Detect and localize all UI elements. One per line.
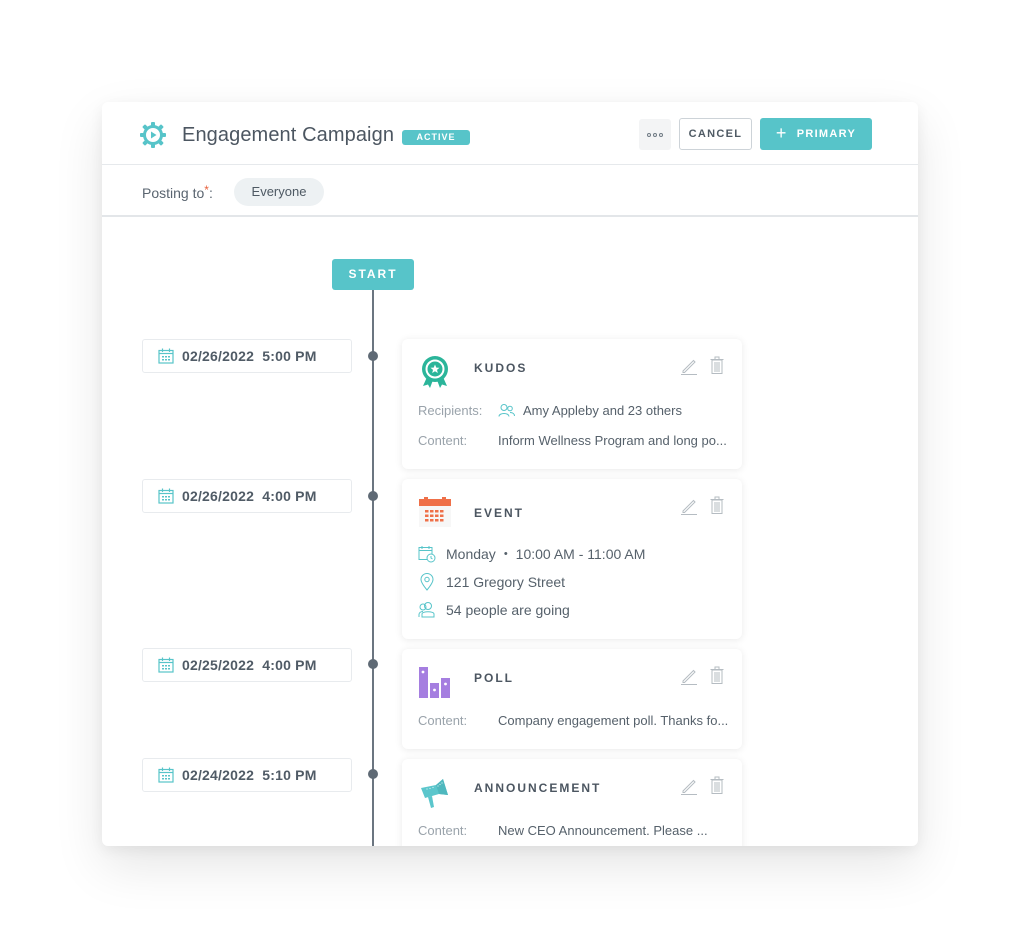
posting-label-text: Posting to (142, 185, 205, 201)
timeline-dot (368, 491, 378, 501)
dot-icon (647, 132, 651, 137)
card-type-title: ANNOUNCEMENT (474, 781, 602, 795)
content-label: Content: (418, 433, 468, 448)
megaphone-icon (421, 779, 448, 808)
event-location-row: 121 Gregory Street (418, 573, 565, 591)
event-attendees-row: 54 people are going (418, 601, 570, 619)
schedule-date-text: 02/26/2022 5:00 PM (182, 348, 317, 364)
content-value: New CEO Announcement. Please ... (498, 823, 708, 838)
calendar-icon (158, 767, 174, 783)
content-value: Company engagement poll. Thanks fo... (498, 713, 729, 728)
calendar-icon (158, 657, 174, 673)
content-label: Content: (418, 823, 468, 838)
content-value: Inform Wellness Program and long po... (498, 433, 727, 448)
schedule-date-3[interactable]: 02/25/2022 4:00 PM (142, 648, 352, 682)
content-label: Content: (418, 713, 468, 728)
card-type-title: EVENT (474, 506, 525, 520)
cancel-button[interactable]: CANCEL (679, 118, 752, 150)
event-attendees: 54 people are going (446, 602, 570, 618)
people-icon (498, 404, 515, 417)
poll-card[interactable]: POLL Content: Company engagement poll. T… (402, 649, 742, 749)
header: Engagement Campaign ACTIVE CANCEL + PRIM… (102, 102, 918, 165)
kudos-card[interactable]: KUDOS Recipients: Amy Appleby and 23 oth… (402, 339, 742, 469)
people-icon (418, 602, 435, 618)
schedule-date-1[interactable]: 02/26/2022 5:00 PM (142, 339, 352, 373)
content-row: Content: Inform Wellness Program and lon… (418, 433, 727, 448)
schedule-date-text: 02/24/2022 5:10 PM (182, 767, 317, 783)
recipients-value: Amy Appleby and 23 others (523, 403, 682, 418)
more-options-button[interactable] (639, 119, 671, 150)
trash-icon[interactable] (710, 666, 724, 684)
edit-pencil-icon[interactable] (680, 497, 698, 515)
event-time: 10:00 AM - 11:00 AM (515, 546, 646, 562)
event-location: 121 Gregory Street (446, 574, 566, 590)
announcement-card[interactable]: ANNOUNCEMENT Content: New CEO Announceme… (402, 759, 742, 846)
trash-icon[interactable] (710, 496, 724, 514)
trash-icon[interactable] (710, 776, 724, 794)
plus-icon: + (775, 123, 788, 143)
recipients-row: Recipients: Amy Appleby and 23 others (418, 403, 682, 418)
posting-row: Posting to*: Everyone (102, 165, 918, 217)
card-type-title: POLL (474, 671, 514, 685)
event-time-row: Monday • 10:00 AM - 11:00 AM (418, 545, 645, 563)
edit-pencil-icon[interactable] (680, 357, 698, 375)
calendar-icon (158, 488, 174, 504)
calendar-clock-icon (418, 546, 436, 563)
calendar-icon (158, 348, 174, 364)
timeline-line (372, 287, 374, 846)
card-type-title: KUDOS (474, 361, 528, 375)
recipients-label: Recipients: (418, 403, 483, 418)
campaign-window: Engagement Campaign ACTIVE CANCEL + PRIM… (102, 102, 918, 846)
calendar-icon (419, 497, 451, 527)
campaign-gear-play-icon (140, 122, 166, 148)
status-badge: ACTIVE (402, 130, 470, 145)
required-mark: * (204, 183, 209, 197)
dot-icon (659, 132, 663, 137)
start-badge: START (332, 259, 414, 290)
trash-icon[interactable] (710, 356, 724, 374)
edit-pencil-icon[interactable] (680, 777, 698, 795)
content-row: Content: New CEO Announcement. Please ..… (418, 823, 708, 838)
schedule-date-4[interactable]: 02/24/2022 5:10 PM (142, 758, 352, 792)
edit-pencil-icon[interactable] (680, 667, 698, 685)
timeline-dot (368, 769, 378, 779)
schedule-date-2[interactable]: 02/26/2022 4:00 PM (142, 479, 352, 513)
primary-button-label: PRIMARY (796, 128, 857, 140)
timeline-dot (368, 659, 378, 669)
schedule-date-text: 02/26/2022 4:00 PM (182, 488, 317, 504)
posting-label-colon: : (208, 185, 213, 201)
audience-chip[interactable]: Everyone (234, 178, 324, 206)
dot-icon (653, 132, 657, 137)
schedule-date-text: 02/25/2022 4:00 PM (182, 657, 317, 673)
location-pin-icon (420, 573, 434, 591)
award-ribbon-icon (422, 356, 448, 388)
primary-button[interactable]: + PRIMARY (760, 118, 872, 150)
timeline-dot (368, 351, 378, 361)
separator-dot: • (503, 548, 508, 560)
content-row: Content: Company engagement poll. Thanks… (418, 713, 728, 728)
posting-label: Posting to*: (142, 183, 213, 201)
page-title: Engagement Campaign (182, 124, 395, 146)
event-card[interactable]: EVENT Monday • 10:00 AM - 11:00 AM 121 G… (402, 479, 742, 639)
poll-bars-icon (419, 667, 450, 698)
event-day: Monday (446, 546, 496, 562)
